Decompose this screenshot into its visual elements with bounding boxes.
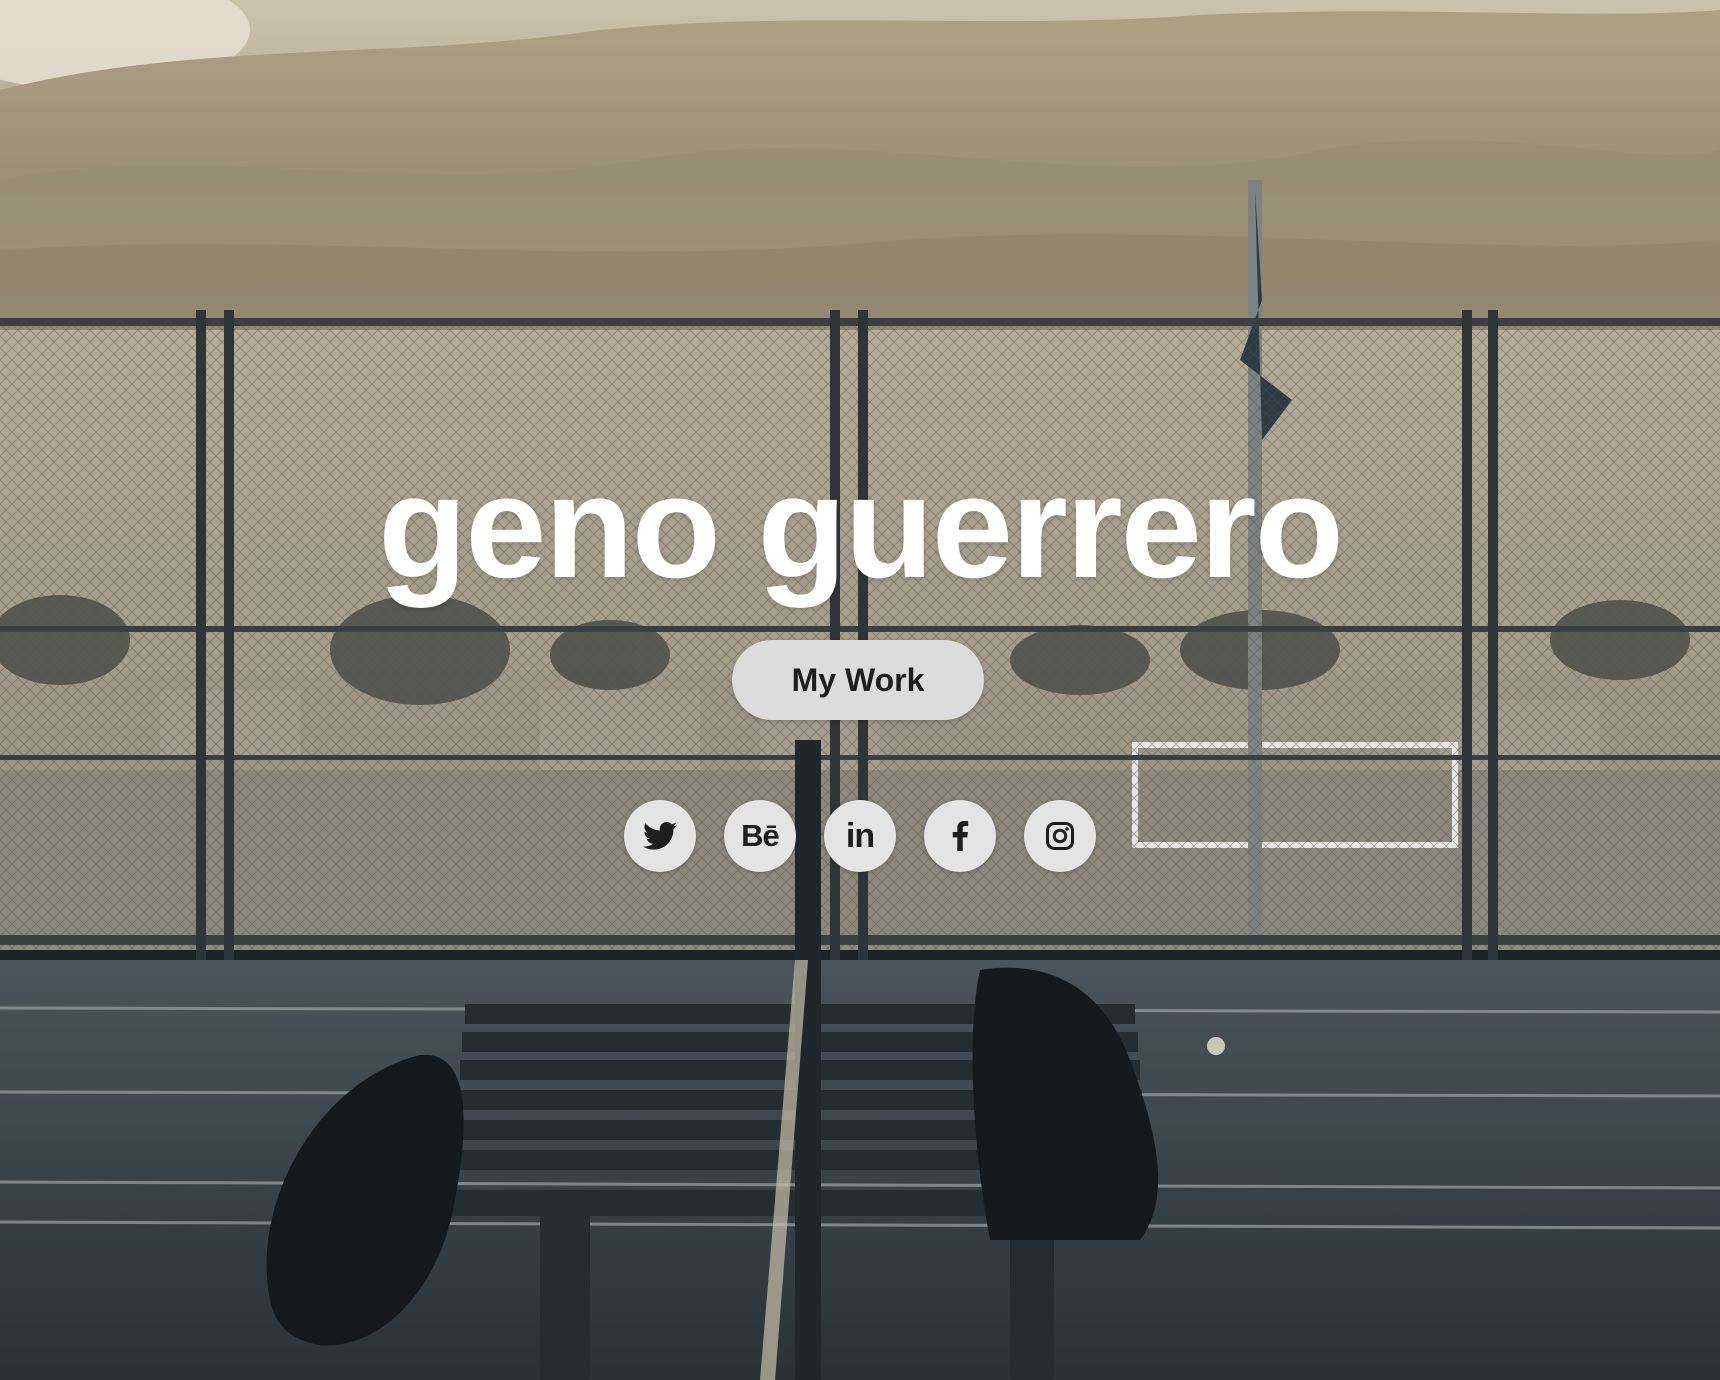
instagram-link[interactable] xyxy=(1024,800,1096,872)
social-links: Bē in xyxy=(624,800,1096,872)
behance-link[interactable]: Bē xyxy=(724,800,796,872)
twitter-icon xyxy=(643,821,677,850)
site-title: geno guerrero xyxy=(378,445,1344,608)
behance-icon: Bē xyxy=(741,818,780,853)
hero-section: geno guerrero My Work Bē in xyxy=(0,0,1720,1380)
facebook-link[interactable] xyxy=(924,800,996,872)
facebook-icon xyxy=(952,821,969,851)
linkedin-link[interactable]: in xyxy=(824,800,896,872)
hero-content: geno guerrero My Work Bē in xyxy=(0,0,1720,1380)
my-work-button[interactable]: My Work xyxy=(732,640,984,720)
twitter-link[interactable] xyxy=(624,800,696,872)
instagram-icon xyxy=(1046,822,1074,850)
linkedin-icon: in xyxy=(845,816,875,855)
